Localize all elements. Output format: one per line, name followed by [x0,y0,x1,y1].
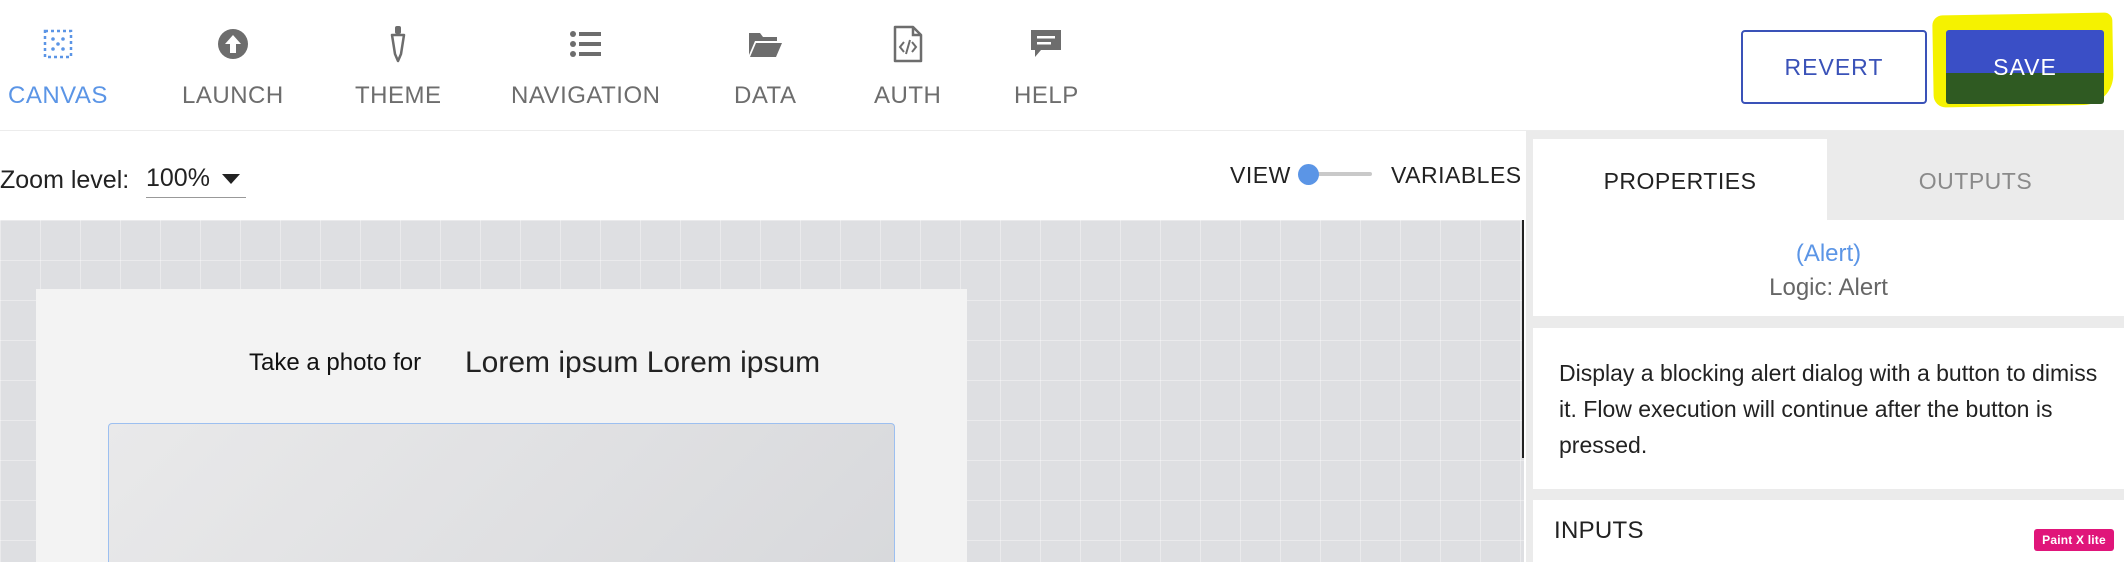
nav-launch[interactable]: LAUNCH [182,24,284,110]
code-file-icon [888,24,928,64]
canvas-divider [1522,220,1524,458]
zoom-select[interactable]: 100% [146,160,246,198]
caret-down-icon [221,173,240,184]
nav-launch-label: LAUNCH [182,82,284,109]
nav-theme[interactable]: THEME [355,24,442,110]
arrow-up-circle-icon [213,24,253,64]
tab-properties[interactable]: PROPERTIES [1533,139,1827,224]
save-button-label: SAVE [1993,53,2057,80]
nav-help[interactable]: HELP [1014,24,1079,110]
watermark-badge: Paint X lite [2034,529,2114,551]
zoom-label: Zoom level: [0,166,130,194]
node-type: Logic: Alert [1769,274,1888,301]
nav-help-label: HELP [1014,82,1079,109]
revert-button[interactable]: REVERT [1741,30,1927,104]
nav-navigation[interactable]: NAVIGATION [511,24,660,110]
chat-bubble-icon [1026,24,1066,64]
node-description: Display a blocking alert dialog with a b… [1559,360,2098,458]
inputs-title: INPUTS [1554,517,1644,544]
node-name[interactable]: (Alert) [1533,240,2124,268]
top-toolbar: CANVAS LAUNCH THEME NAVIGATION DATA AUTH… [0,0,2124,131]
nav-data[interactable]: DATA [734,24,796,110]
dropper-icon [378,24,418,64]
nav-navigation-label: NAVIGATION [511,82,661,109]
list-icon [566,24,606,64]
photo-capture-box[interactable] [108,423,895,562]
canvas-grid-icon [38,24,78,64]
nav-canvas-label: CANVAS [8,82,108,109]
tab-outputs[interactable]: OUTPUTS [1827,139,2124,224]
nav-data-label: DATA [734,82,797,109]
zoom-value: 100% [146,164,210,192]
photo-prompt-text: Take a photo for [249,349,422,376]
nav-canvas[interactable]: CANVAS [8,24,108,110]
folder-open-icon [745,24,785,64]
save-button[interactable]: SAVE [1946,30,2104,104]
photo-target-text: Lorem ipsum Lorem ipsum [465,346,821,379]
toggle-view-label: VIEW [1230,162,1291,188]
nav-auth-label: AUTH [874,82,942,109]
nav-theme-label: THEME [355,82,442,109]
nav-auth[interactable]: AUTH [874,24,941,110]
toggle-knob[interactable] [1298,164,1319,185]
toggle-variables-label: VARIABLES [1391,162,1522,188]
